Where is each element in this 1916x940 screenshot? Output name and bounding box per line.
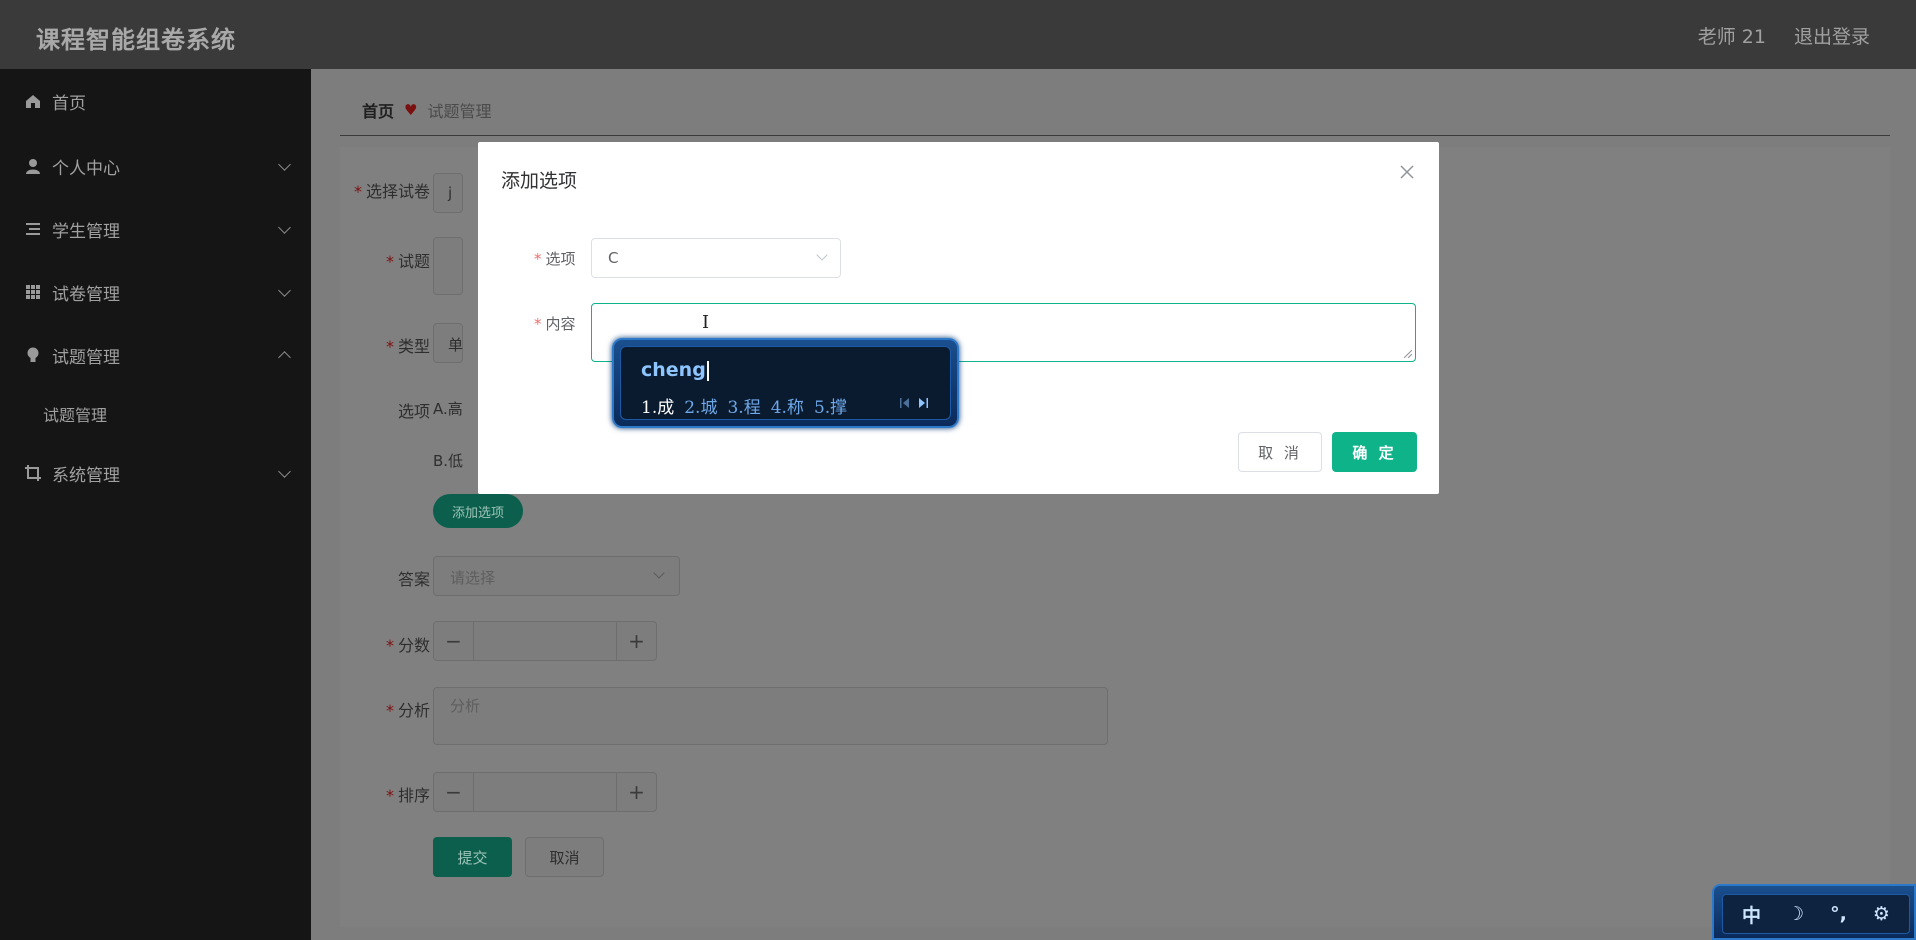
dialog-title: 添加选项 (501, 170, 578, 192)
plus-icon[interactable]: + (616, 622, 656, 660)
ime-candidate[interactable]: 3.程 (727, 393, 760, 418)
minus-icon[interactable]: − (434, 773, 474, 811)
cancel-button[interactable]: 取消 (525, 837, 604, 877)
type-select[interactable]: 单 (433, 323, 463, 363)
order-stepper[interactable]: − + (433, 772, 657, 812)
ime-candidate[interactable]: 1.成 (641, 393, 674, 418)
ime-candidate-window: cheng 1.成 2.城 3.程 4.称 5.撑 (612, 338, 959, 428)
paper-select[interactable]: j (433, 173, 463, 213)
paper-label: * 选择试卷 (353, 182, 430, 201)
type-label: * 类型 (385, 337, 430, 356)
sidebar-item-label: 试卷管理 (52, 284, 120, 305)
score-label: * 分数 (385, 636, 430, 655)
add-option-button[interactable]: 添加选项 (433, 494, 523, 528)
dialog-option-value: C (608, 249, 619, 267)
breadcrumb-home[interactable]: 首页 (362, 98, 394, 122)
sidebar-item-label: 个人中心 (52, 158, 120, 179)
sidebar-item-label: 试题管理 (52, 347, 120, 368)
analysis-label: * 分析 (385, 701, 430, 720)
dialog-cancel-button[interactable]: 取 消 (1238, 432, 1322, 472)
sidebar-item-personal-center[interactable]: 个人中心 (0, 146, 311, 186)
moon-icon[interactable]: ☽ (1787, 903, 1804, 925)
chevron-down-icon (816, 249, 828, 261)
list-icon (26, 223, 40, 235)
sidebar-subitem-question-management[interactable]: 试题管理 (43, 402, 107, 426)
answer-label: 答案 (397, 570, 430, 589)
current-user[interactable]: 老师 21 (1698, 22, 1766, 49)
close-icon[interactable] (1399, 164, 1415, 180)
sidebar: 首页 个人中心 学生管理 试卷管理 试题管理 试题管理 系统管理 (0, 69, 311, 940)
breadcrumb-current: 试题管理 (427, 102, 492, 121)
submit-button[interactable]: 提交 (433, 837, 512, 877)
grid-icon (26, 285, 40, 299)
add-option-dialog: 添加选项 * 选项 C * 内容 取 消 确 定 (478, 142, 1439, 494)
top-header: 课程智能组卷系统 老师 21 退出登录 (0, 0, 1916, 69)
minus-icon[interactable]: − (434, 622, 474, 660)
score-stepper[interactable]: − + (433, 621, 657, 661)
sidebar-item-student-management[interactable]: 学生管理 (0, 209, 311, 249)
chevron-down-icon (278, 284, 291, 297)
sidebar-item-question-management[interactable]: 试题管理 (0, 335, 311, 375)
punctuation-icon[interactable]: °, (1830, 903, 1847, 925)
next-page-icon[interactable] (918, 397, 928, 409)
chevron-down-icon (653, 567, 665, 579)
home-icon (26, 95, 40, 108)
crop-icon (25, 465, 41, 481)
option-a-text: A.高 (433, 400, 463, 418)
chevron-down-icon (278, 158, 291, 171)
sidebar-item-paper-management[interactable]: 试卷管理 (0, 272, 311, 312)
ime-pinyin: cheng (641, 359, 709, 381)
ime-language-toggle[interactable]: 中 (1742, 901, 1761, 928)
header-right: 老师 21 退出登录 (1698, 22, 1870, 49)
sidebar-item-label: 首页 (52, 93, 86, 114)
ime-page-arrows (900, 397, 928, 409)
text-cursor-icon: I (702, 312, 710, 333)
dialog-option-select[interactable]: C (591, 238, 841, 278)
dialog-ok-button[interactable]: 确 定 (1332, 432, 1417, 472)
chevron-down-icon (278, 465, 291, 478)
question-label: * 试题 (385, 252, 430, 271)
order-label: * 排序 (385, 786, 430, 805)
ime-candidate[interactable]: 2.城 (684, 393, 717, 418)
sidebar-item-system-management[interactable]: 系统管理 (0, 453, 311, 493)
plus-icon[interactable]: + (616, 773, 656, 811)
prev-page-icon[interactable] (900, 397, 910, 409)
sidebar-item-label: 系统管理 (52, 465, 120, 486)
ime-candidates: 1.成 2.城 3.程 4.称 5.撑 (641, 393, 847, 418)
sidebar-item-home[interactable]: 首页 (0, 81, 311, 121)
options-label: 选项 (397, 402, 430, 421)
analysis-textarea[interactable]: 分析 (433, 687, 1108, 745)
chevron-down-icon (278, 221, 291, 234)
dialog-option-label: * 选项 (534, 250, 576, 268)
app-title: 课程智能组卷系统 (36, 26, 236, 54)
question-input[interactable] (433, 237, 463, 295)
logout-link[interactable]: 退出登录 (1794, 22, 1870, 49)
sidebar-item-label: 学生管理 (52, 221, 120, 242)
dialog-content-label: * 内容 (534, 315, 576, 333)
user-icon (26, 159, 40, 174)
ime-candidate[interactable]: 5.撑 (814, 393, 847, 418)
bulb-icon (27, 347, 39, 362)
gear-icon[interactable]: ⚙ (1873, 903, 1890, 925)
ime-status-bar: 中 ☽ °, ⚙ (1712, 884, 1916, 940)
answer-select[interactable]: 请选择 (433, 556, 680, 596)
chevron-up-icon (278, 351, 291, 364)
heart-icon: ♥ (404, 101, 418, 119)
resize-handle-icon[interactable] (1404, 350, 1412, 358)
option-b-text: B.低 (433, 452, 464, 470)
breadcrumb: 首页 ♥ 试题管理 (340, 85, 1890, 136)
ime-candidate[interactable]: 4.称 (771, 393, 804, 418)
